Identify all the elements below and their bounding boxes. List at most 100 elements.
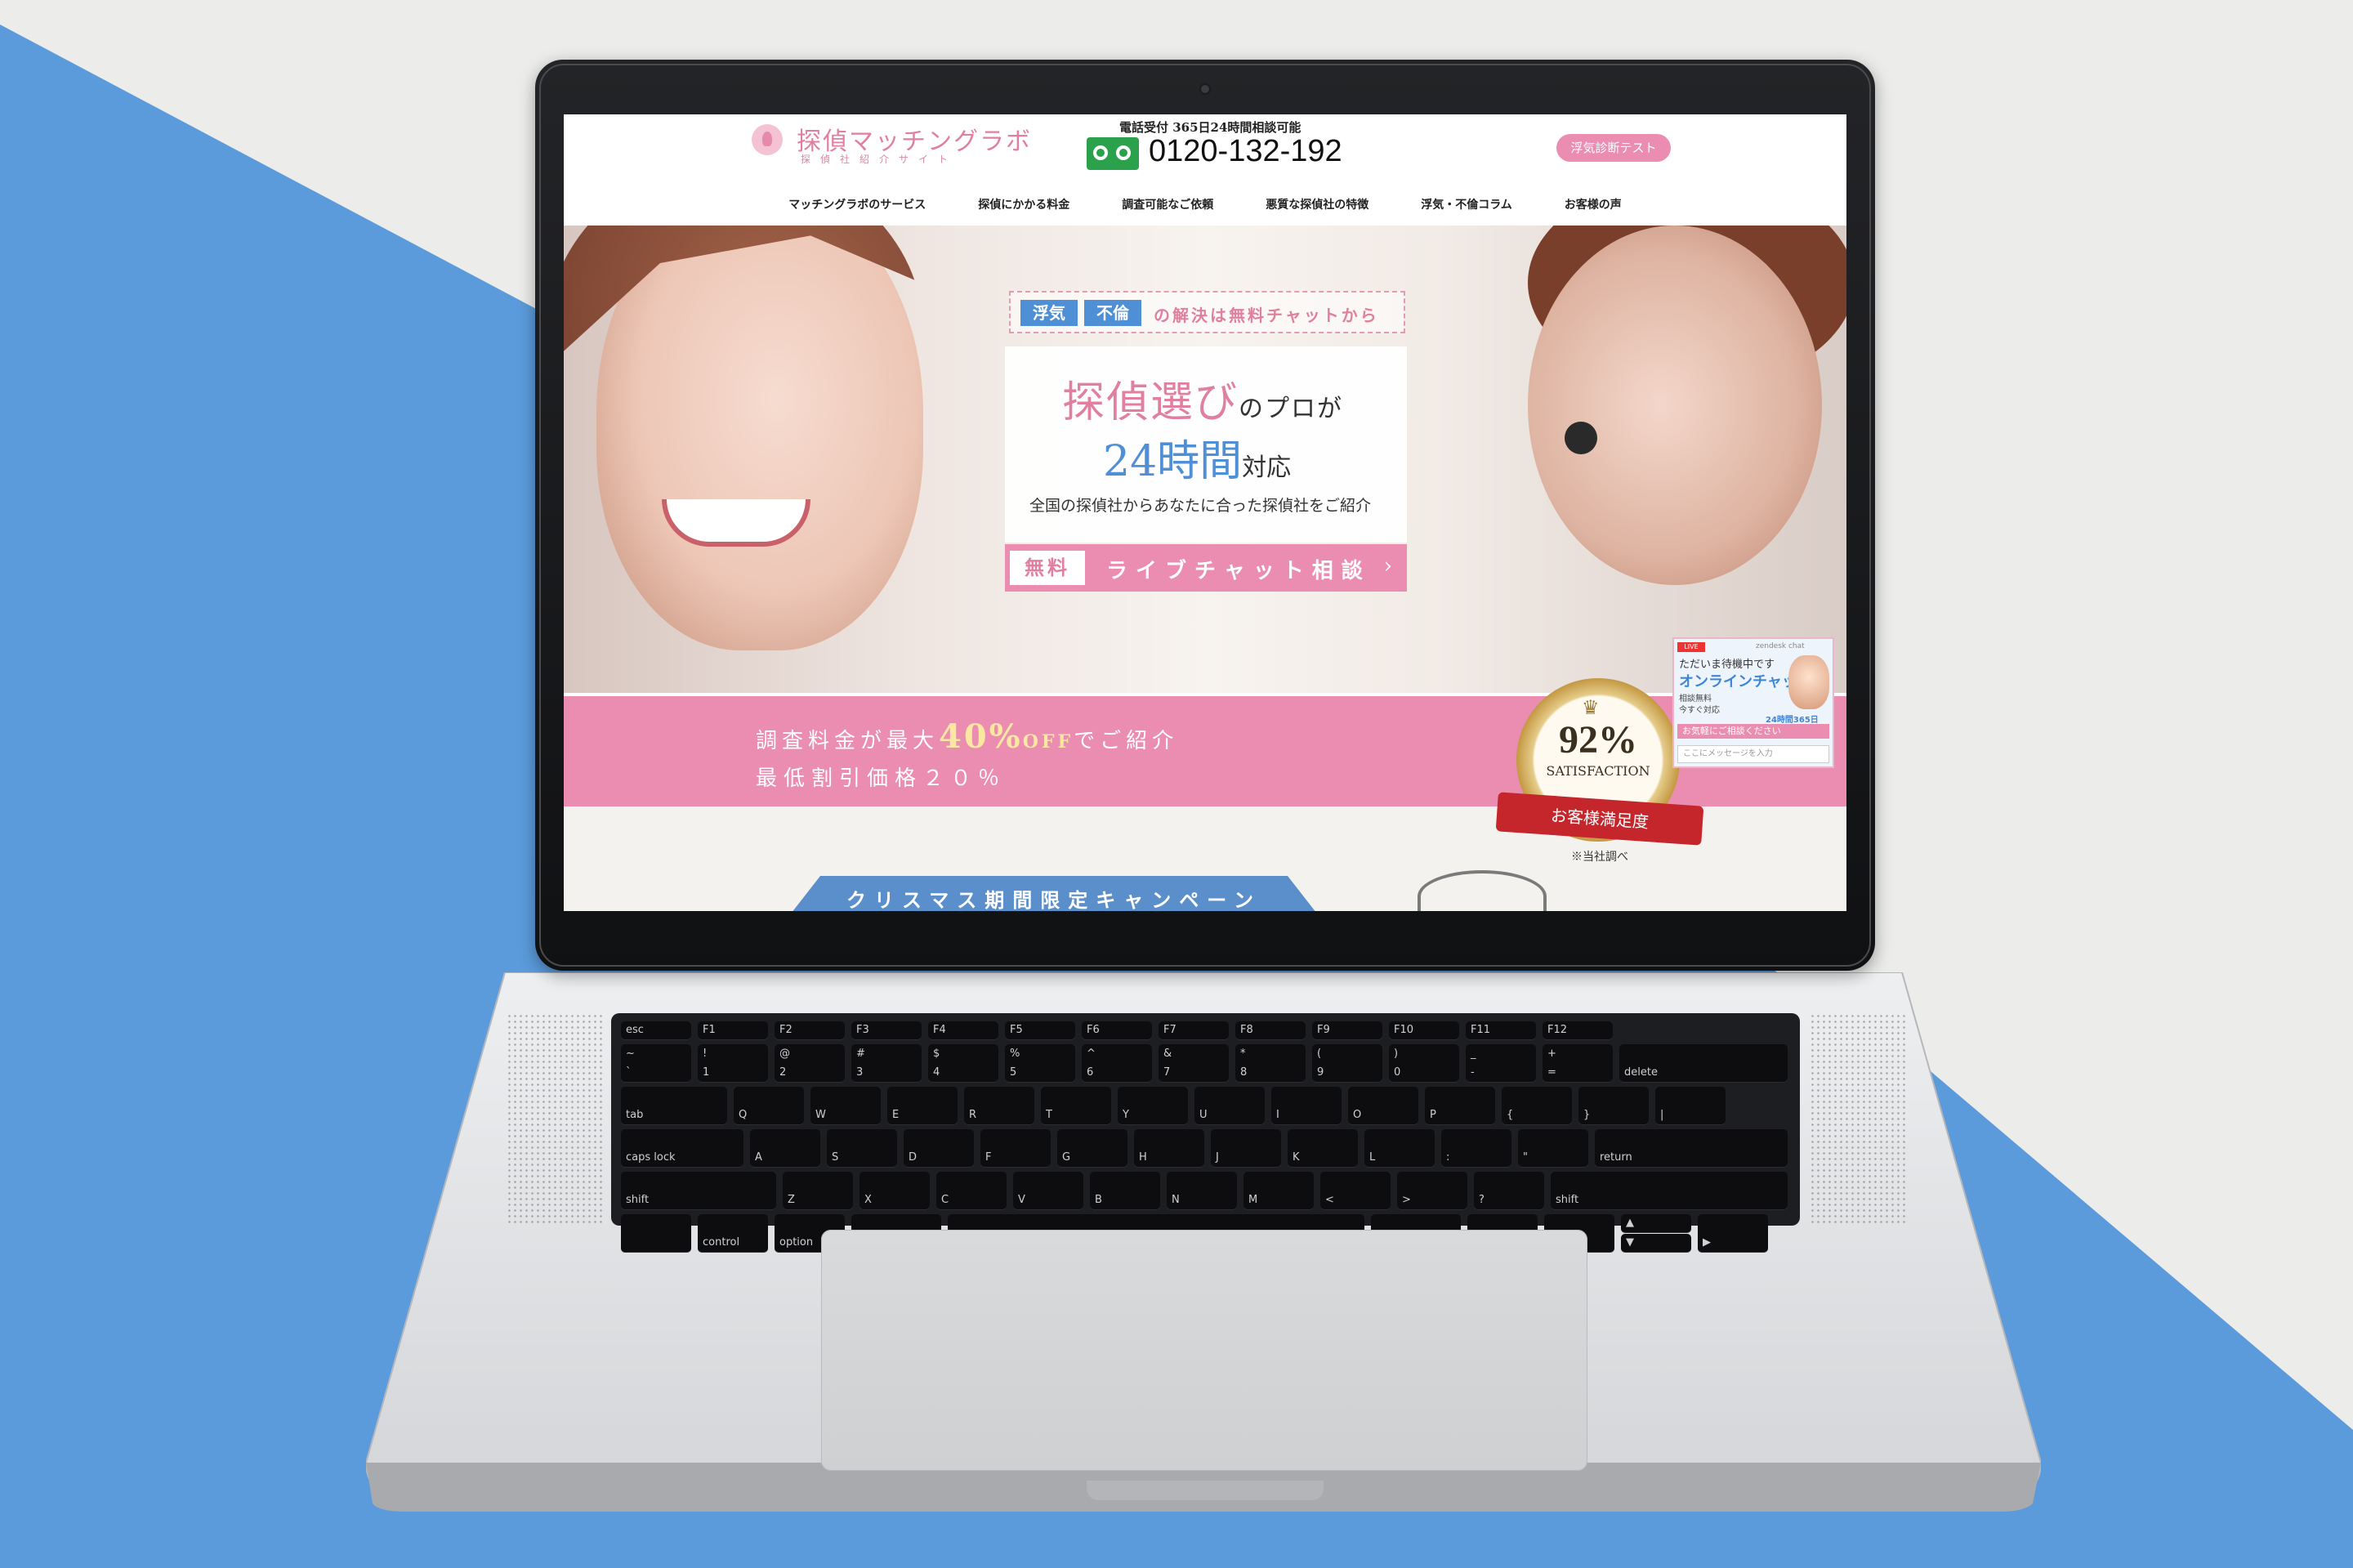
number-key[interactable]: % 5 <box>1005 1044 1075 1082</box>
fn-key[interactable]: F1 <box>698 1021 768 1039</box>
letter-key[interactable]: P <box>1425 1087 1495 1124</box>
fn-key[interactable]: F12 <box>1543 1021 1613 1039</box>
test-button[interactable]: 浮気診断テスト <box>1556 134 1671 162</box>
control-key[interactable]: control <box>698 1214 768 1252</box>
fn-key[interactable]: F9 <box>1312 1021 1382 1039</box>
letter-key[interactable]: G <box>1057 1129 1127 1167</box>
letter-key[interactable]: Z <box>783 1172 853 1209</box>
arrow-right-key[interactable]: ▶ <box>1698 1214 1768 1252</box>
letter-key[interactable]: D <box>904 1129 974 1167</box>
letter-key[interactable]: } <box>1578 1087 1649 1124</box>
letter-key[interactable]: Y <box>1118 1087 1188 1124</box>
number-key[interactable]: #3 <box>851 1044 922 1082</box>
return-key[interactable]: return <box>1595 1129 1788 1167</box>
fn-key[interactable]: F7 <box>1159 1021 1229 1039</box>
nav-item-requests[interactable]: 調査可能なご依頼 <box>1096 193 1239 221</box>
arrow-up-key[interactable]: ▲ <box>1621 1214 1691 1232</box>
hero-subtext: 全国の探偵社からあなたに合った探偵社をご紹介 <box>1029 497 1372 515</box>
letter-key[interactable]: { <box>1502 1087 1572 1124</box>
fn-key[interactable]: F6 <box>1082 1021 1152 1039</box>
letter-key[interactable]: O <box>1348 1087 1418 1124</box>
hero-card: 探偵選びのプロが 24時間対応 全国の探偵社からあなたに合った探偵社をご紹介 <box>1005 346 1407 543</box>
trackpad[interactable] <box>821 1230 1587 1471</box>
letter-key[interactable]: X <box>859 1172 930 1209</box>
number-key[interactable]: ! 1 <box>698 1044 768 1082</box>
letter-key[interactable]: | <box>1655 1087 1726 1124</box>
letter-key[interactable]: H <box>1134 1129 1204 1167</box>
arrow-down-key[interactable]: ▼ <box>1621 1234 1691 1252</box>
fn-key[interactable]: F2 <box>775 1021 845 1039</box>
fn-key[interactable]: F4 <box>928 1021 998 1039</box>
letter-key[interactable]: " <box>1518 1129 1588 1167</box>
chat-cta-bar[interactable]: お気軽にご相談ください <box>1677 724 1829 739</box>
number-key[interactable]: * 8 <box>1235 1044 1306 1082</box>
letter-key[interactable]: A <box>750 1129 820 1167</box>
chat-label: ライブチャット相談 <box>1106 559 1371 583</box>
nav-item-column[interactable]: 浮気・不倫コラム <box>1395 193 1538 221</box>
nav-item-price[interactable]: 探偵にかかる料金 <box>952 193 1096 221</box>
tag-uwaki: 浮気 <box>1020 300 1078 326</box>
letter-key[interactable]: V <box>1013 1172 1083 1209</box>
letter-key[interactable]: I <box>1271 1087 1342 1124</box>
letter-key[interactable]: U <box>1194 1087 1265 1124</box>
letter-key[interactable]: ? <box>1474 1172 1544 1209</box>
letter-key[interactable]: N <box>1167 1172 1237 1209</box>
letter-key[interactable]: K <box>1288 1129 1358 1167</box>
chevron-right-icon: › <box>1383 554 1392 579</box>
nav-item-voices[interactable]: お客様の声 <box>1538 193 1648 221</box>
letter-key[interactable]: R <box>964 1087 1034 1124</box>
satisfaction-ribbon: お客様満足度 <box>1495 792 1704 846</box>
chat-hours: 24時間365日 <box>1766 716 1819 725</box>
letter-key[interactable]: : <box>1441 1129 1511 1167</box>
fn-key[interactable]: F3 <box>851 1021 922 1039</box>
tel-caption: 電話受付 365日24時間相談可能 <box>1119 120 1302 135</box>
letter-key[interactable]: F <box>980 1129 1051 1167</box>
number-key[interactable]: (9 <box>1312 1044 1382 1082</box>
number-key[interactable]: _ - <box>1466 1044 1536 1082</box>
campaign-banner[interactable]: クリスマス期間限定キャンペーン <box>788 876 1319 911</box>
tagline-text: の解決は無料チャットから <box>1154 306 1379 325</box>
letter-key[interactable]: L <box>1364 1129 1435 1167</box>
live-chat-button[interactable]: 無料 ライブチャット相談 › <box>1005 544 1407 592</box>
letter-key[interactable]: B <box>1090 1172 1160 1209</box>
hero-photo-operator <box>1528 226 1822 585</box>
letter-key[interactable]: S <box>827 1129 897 1167</box>
logo-subtitle: 探偵社紹介サイト <box>801 154 958 165</box>
letter-key[interactable]: C <box>936 1172 1007 1209</box>
letter-key[interactable]: Q <box>734 1087 804 1124</box>
tab-key[interactable]: tab <box>621 1087 727 1124</box>
letter-key[interactable]: M <box>1243 1172 1314 1209</box>
caps-lock-key[interactable]: caps lock <box>621 1129 743 1167</box>
fn-key[interactable]: F10 <box>1389 1021 1459 1039</box>
number-key[interactable]: + = <box>1543 1044 1613 1082</box>
fn-key[interactable]: F5 <box>1005 1021 1075 1039</box>
nav-item-bad-agencies[interactable]: 悪質な探偵社の特徴 <box>1239 193 1395 221</box>
freedial-icon <box>1087 137 1139 170</box>
chat-avatar <box>1788 655 1829 709</box>
chat-widget[interactable]: LIVE zendesk chat ただいま待機中です オンラインチャット 相談… <box>1672 637 1834 768</box>
globe-key[interactable] <box>621 1214 691 1252</box>
number-key[interactable]: ) 0 <box>1389 1044 1459 1082</box>
shift-key-right[interactable]: shift <box>1551 1172 1788 1209</box>
number-key[interactable]: ^ 6 <box>1082 1044 1152 1082</box>
fn-key[interactable]: F11 <box>1466 1021 1536 1039</box>
shift-key-left[interactable]: shift <box>621 1172 776 1209</box>
nav-item-service[interactable]: マッチングラボのサービス <box>762 193 952 221</box>
delete-key[interactable]: delete <box>1619 1044 1788 1082</box>
letter-key[interactable]: > <box>1397 1172 1467 1209</box>
fn-key[interactable]: esc <box>621 1021 691 1039</box>
number-key[interactable]: ~ ` <box>621 1044 691 1082</box>
number-key[interactable]: @2 <box>775 1044 845 1082</box>
fn-key[interactable]: F8 <box>1235 1021 1306 1039</box>
logo-icon[interactable] <box>752 124 783 155</box>
letter-key[interactable]: < <box>1320 1172 1391 1209</box>
letter-key[interactable]: E <box>887 1087 958 1124</box>
speaker-right <box>1810 1013 1908 1226</box>
chat-message-input[interactable]: ここにメッセージを入力 <box>1677 745 1829 763</box>
letter-key[interactable]: W <box>810 1087 881 1124</box>
letter-key[interactable]: J <box>1211 1129 1281 1167</box>
number-key[interactable]: & 7 <box>1159 1044 1229 1082</box>
letter-key[interactable]: T <box>1041 1087 1111 1124</box>
number-key[interactable]: $4 <box>928 1044 998 1082</box>
tel-number[interactable]: 0120-132-192 <box>1149 134 1342 169</box>
